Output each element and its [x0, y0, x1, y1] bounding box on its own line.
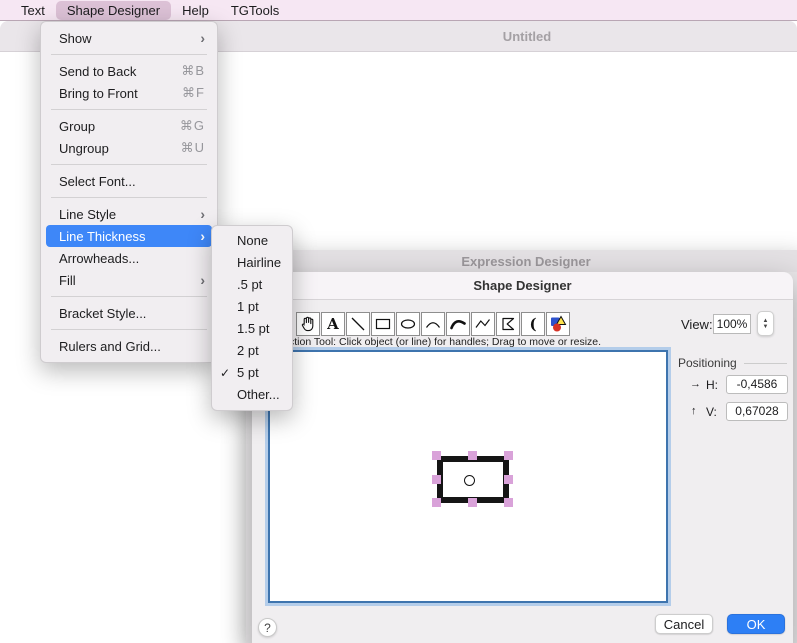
- menu-bar: Text Shape Designer Help TGTools: [0, 0, 797, 21]
- positioning-heading: Positioning: [678, 356, 737, 370]
- shortcut-label: ⌘G: [180, 118, 205, 134]
- submenu-chevron-icon: ›: [200, 272, 205, 288]
- expression-designer-title: Expression Designer: [461, 254, 590, 269]
- menu-item-group[interactable]: Group ⌘G: [41, 115, 217, 137]
- curve-icon: [449, 315, 467, 333]
- selection-handle-middle-right[interactable]: [504, 475, 513, 484]
- shape-designer-title: Shape Designer: [473, 278, 571, 293]
- menu-item-send-to-back[interactable]: Send to Back ⌘B: [41, 60, 217, 82]
- submenu-chevron-icon: ›: [200, 30, 205, 46]
- selection-handle-top-left[interactable]: [432, 451, 441, 460]
- screen: Untitled Expression Designer Shape Desig…: [0, 0, 797, 643]
- polygon-tool-button[interactable]: [496, 312, 520, 336]
- shortcut-label: ⌘F: [182, 85, 205, 101]
- ok-button[interactable]: OK: [727, 614, 785, 634]
- v-label: V:: [706, 405, 717, 419]
- submenu-item-5pt[interactable]: ✓ 5 pt: [212, 362, 292, 384]
- shape-designer-dialog: Shape Designer A: [252, 272, 793, 643]
- menu-item-line-style[interactable]: Line Style ›: [41, 203, 217, 225]
- submenu-item-2pt[interactable]: 2 pt: [212, 340, 292, 362]
- help-button[interactable]: ?: [258, 618, 277, 637]
- submenu-item-hairline[interactable]: Hairline: [212, 252, 292, 274]
- drawing-canvas[interactable]: [268, 350, 668, 603]
- hand-tool-button[interactable]: [296, 312, 320, 336]
- selection-handle-top-middle[interactable]: [468, 451, 477, 460]
- selection-handle-bottom-left[interactable]: [432, 498, 441, 507]
- color-shapes-icon: [549, 315, 567, 333]
- menu-separator: [51, 197, 207, 198]
- selection-handle-bottom-right[interactable]: [504, 498, 513, 507]
- menu-item-bring-to-front[interactable]: Bring to Front ⌘F: [41, 82, 217, 104]
- menu-separator: [51, 296, 207, 297]
- shape-tools-toolbar: A: [296, 312, 571, 336]
- menu-separator: [51, 164, 207, 165]
- menubar-item-shape-designer[interactable]: Shape Designer: [56, 1, 171, 20]
- submenu-item-1pt[interactable]: 1 pt: [212, 296, 292, 318]
- zigzag-tool-button[interactable]: [471, 312, 495, 336]
- selection-handle-middle-left[interactable]: [432, 475, 441, 484]
- h-arrow-icon: →: [690, 378, 701, 390]
- line-icon: [349, 315, 367, 333]
- ellipse-tool-button[interactable]: [396, 312, 420, 336]
- view-zoom-field[interactable]: 100%: [713, 314, 751, 334]
- menu-item-ungroup[interactable]: Ungroup ⌘U: [41, 137, 217, 159]
- positioning-divider: [744, 363, 787, 364]
- canvas-center-circle[interactable]: [464, 475, 475, 486]
- rectangle-icon: [374, 315, 392, 333]
- line-thickness-submenu: None Hairline .5 pt 1 pt 1.5 pt 2 pt ✓ 5…: [211, 225, 293, 411]
- menubar-item-text[interactable]: Text: [10, 1, 56, 20]
- h-coordinate-field[interactable]: -0,4586: [726, 375, 788, 394]
- checkmark-icon: ✓: [220, 362, 230, 384]
- text-tool-button[interactable]: A: [321, 312, 345, 336]
- untitled-window-title: Untitled: [503, 29, 551, 44]
- menubar-item-tgtools[interactable]: TGTools: [220, 1, 290, 20]
- selection-handle-top-right[interactable]: [504, 451, 513, 460]
- submenu-item-half-pt[interactable]: .5 pt: [212, 274, 292, 296]
- h-label: H:: [706, 378, 718, 392]
- shape-designer-menu: Show › Send to Back ⌘B Bring to Front ⌘F…: [40, 21, 218, 363]
- rectangle-tool-button[interactable]: [371, 312, 395, 336]
- parenthesis-tool-button[interactable]: (: [521, 312, 545, 336]
- menu-separator: [51, 109, 207, 110]
- menu-item-show[interactable]: Show ›: [41, 27, 217, 49]
- arc-icon: [424, 315, 442, 333]
- menu-separator: [51, 329, 207, 330]
- v-arrow-icon: ↑: [691, 405, 697, 417]
- menu-item-line-thickness[interactable]: Line Thickness ›: [46, 225, 212, 247]
- menu-item-rulers-and-grid[interactable]: Rulers and Grid...: [41, 335, 217, 357]
- tool-instruction-text: Selection Tool: Click object (or line) f…: [268, 336, 688, 348]
- menu-separator: [51, 54, 207, 55]
- line-tool-button[interactable]: [346, 312, 370, 336]
- selection-handle-bottom-middle[interactable]: [468, 498, 477, 507]
- arc-tool-button[interactable]: [421, 312, 445, 336]
- shortcut-label: ⌘B: [181, 63, 205, 79]
- submenu-item-1-5pt[interactable]: 1.5 pt: [212, 318, 292, 340]
- curve-tool-button[interactable]: [446, 312, 470, 336]
- submenu-item-other[interactable]: Other...: [212, 384, 292, 406]
- view-label: View:: [681, 317, 713, 332]
- menu-item-bracket-style[interactable]: Bracket Style...: [41, 302, 217, 324]
- stepper-down-icon: ▼: [763, 324, 769, 330]
- shape-designer-titlebar[interactable]: Shape Designer: [252, 272, 793, 300]
- polygon-icon: [499, 315, 517, 333]
- zigzag-icon: [474, 315, 492, 333]
- menu-item-fill[interactable]: Fill ›: [41, 269, 217, 291]
- shortcut-label: ⌘U: [181, 140, 205, 156]
- submenu-item-none[interactable]: None: [212, 230, 292, 252]
- cancel-button[interactable]: Cancel: [655, 614, 713, 634]
- parenthesis-icon: (: [529, 317, 536, 332]
- v-coordinate-field[interactable]: 0,67028: [726, 402, 788, 421]
- submenu-chevron-icon: ›: [200, 206, 205, 222]
- menu-item-select-font[interactable]: Select Font...: [41, 170, 217, 192]
- hand-icon: [299, 315, 317, 333]
- menu-item-arrowheads[interactable]: Arrowheads...: [41, 247, 217, 269]
- menubar-item-help[interactable]: Help: [171, 1, 220, 20]
- text-tool-icon: A: [327, 317, 339, 332]
- expression-designer-titlebar[interactable]: Expression Designer: [246, 250, 797, 272]
- submenu-chevron-icon: ›: [200, 228, 205, 244]
- ellipse-icon: [399, 315, 417, 333]
- color-shapes-tool-button[interactable]: [546, 312, 570, 336]
- view-zoom-stepper[interactable]: ▲ ▼: [757, 311, 774, 336]
